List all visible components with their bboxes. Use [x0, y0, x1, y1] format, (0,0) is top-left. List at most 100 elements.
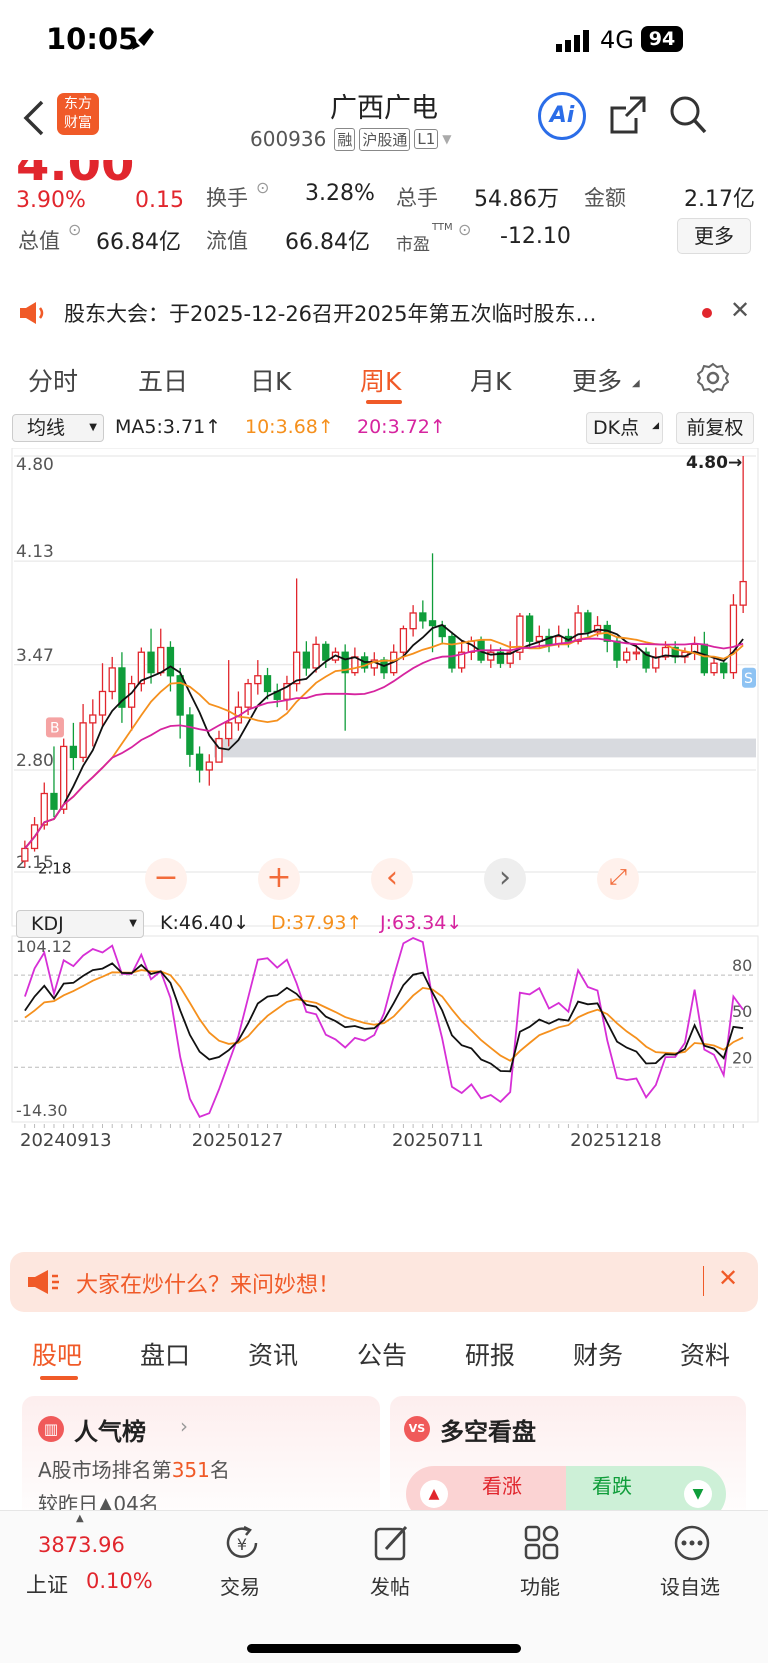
quote-panel: 4.00 3.90% 0.15 换手 ⊙ 3.28% 总手 54.86万 金额 … — [0, 160, 768, 270]
candle-body — [720, 662, 728, 674]
gear-icon[interactable] — [697, 362, 729, 394]
content-tabs: 股吧 盘口 资讯 公告 研报 财务 资料 — [0, 1322, 768, 1386]
tab-profile[interactable]: 资料 — [680, 1336, 730, 1372]
trade-icon[interactable]: ¥ — [222, 1523, 262, 1563]
bear-button[interactable]: 看跌 ▼ — [566, 1466, 726, 1510]
mktcap-value: 66.84亿 — [96, 230, 181, 255]
candle-body — [302, 651, 311, 669]
tab-finance[interactable]: 财务 — [573, 1336, 623, 1372]
caret-up-icon: ▲ — [76, 1513, 84, 1524]
candle-body — [399, 628, 408, 653]
tab-underline — [366, 400, 402, 404]
candle-body — [623, 651, 631, 661]
index-change[interactable]: 0.10% — [86, 1569, 153, 1593]
candle-body — [428, 620, 437, 627]
notice-text: 股东大会：于2025-12-26召开2025年第五次临时股东… — [64, 302, 597, 326]
ma20-label: 20:3.72↑ — [357, 416, 446, 438]
trade-label[interactable]: 交易 — [220, 1571, 260, 1600]
logo-line-2: 财富 — [64, 115, 92, 131]
kdj-level-label: 50 — [732, 1002, 752, 1021]
ask-ai-banner[interactable]: 大家在炒什么？来问妙想！ ✕ — [10, 1252, 758, 1312]
info-icon[interactable]: ⊙ — [256, 178, 269, 197]
kdj-d-label: D:37.93↑ — [271, 912, 363, 934]
bull-bear-card[interactable]: VS 多空看盘 ▲ 看涨 看跌 ▼ — [390, 1396, 746, 1510]
tab-announcements[interactable]: 公告 — [357, 1336, 407, 1372]
candle-body — [108, 667, 116, 693]
megaphone-icon — [28, 1270, 59, 1294]
index-value[interactable]: 3873.96 — [38, 1533, 125, 1557]
dk-point-button[interactable]: DK点 ◢ — [586, 412, 663, 444]
candle-body — [613, 640, 621, 661]
candle-body — [157, 646, 165, 674]
candle-body — [312, 643, 320, 669]
candle-body — [205, 761, 213, 771]
candle-body — [98, 690, 107, 716]
low-price-label: 2.18 — [38, 859, 71, 877]
info-icon[interactable]: ⊙ — [68, 220, 81, 239]
turnover-value: 3.28% — [305, 181, 375, 206]
tab-5day[interactable]: 五日 — [138, 362, 188, 398]
index-name[interactable]: 上证 — [26, 1569, 68, 1599]
status-bar: 10:05 4G 94 — [0, 0, 768, 84]
zoom-in-button[interactable]: + — [258, 858, 300, 900]
info-icon[interactable]: ⊙ — [458, 220, 471, 239]
search-icon[interactable] — [668, 94, 708, 136]
watchlist-label[interactable]: 设自选 — [660, 1571, 720, 1600]
rank-prefix: A股市场排名第 — [38, 1458, 172, 1482]
tab-more[interactable]: 更多 — [572, 362, 622, 398]
popularity-card[interactable]: ▥ 人气榜 › A股市场排名第351名 较昨日▲04名 — [22, 1396, 380, 1510]
candle-body — [322, 643, 330, 661]
post-label[interactable]: 发帖 — [370, 1571, 410, 1600]
rocket-icon — [132, 28, 154, 50]
pe-value: -12.10 — [500, 224, 571, 249]
more-button[interactable]: 更多 — [677, 218, 751, 254]
bull-button[interactable]: ▲ 看涨 — [406, 1466, 566, 1510]
dropdown-icon[interactable]: ▼ — [442, 132, 451, 146]
indicator-selector-label: KDJ — [31, 913, 64, 935]
kdj-level-label: 20 — [732, 1048, 752, 1067]
home-indicator — [247, 1644, 521, 1653]
candle-body — [729, 604, 738, 674]
tag-level: L1 — [414, 129, 439, 149]
tab-weekly[interactable]: 周K — [360, 362, 401, 398]
indicator-selector[interactable]: KDJ ▼ — [16, 910, 144, 938]
mktcap-label: 总值 — [18, 229, 60, 253]
tab-orderbook[interactable]: 盘口 — [140, 1336, 190, 1372]
scroll-left-button[interactable]: ‹ — [371, 858, 413, 900]
edit-icon[interactable] — [372, 1523, 412, 1563]
zoom-out-button[interactable]: − — [145, 858, 187, 900]
function-label[interactable]: 功能 — [520, 1571, 560, 1600]
fullscreen-icon[interactable]: ⤢ — [597, 858, 639, 900]
grid-icon[interactable] — [522, 1523, 562, 1563]
price-tick-label: 4.13 — [16, 542, 54, 562]
kdj-j-line — [24, 937, 744, 1119]
popularity-rank-row: A股市场排名第351名 — [38, 1454, 230, 1483]
scroll-right-button[interactable]: › — [484, 858, 526, 900]
close-icon[interactable]: ✕ — [718, 1264, 738, 1292]
more-circle-icon[interactable] — [672, 1523, 712, 1563]
candle-body — [254, 675, 262, 685]
bull-label: 看涨 — [482, 1474, 522, 1498]
close-icon[interactable]: ✕ — [730, 296, 750, 324]
tab-daily[interactable]: 日K — [250, 362, 291, 398]
tab-monthly[interactable]: 月K — [470, 362, 511, 398]
candle-body — [89, 714, 97, 724]
chart-icon: ▥ — [38, 1416, 64, 1442]
adjust-button[interactable]: 前复权 — [676, 412, 754, 444]
tab-intraday[interactable]: 分时 — [28, 362, 78, 398]
tab-news[interactable]: 资讯 — [248, 1336, 298, 1372]
share-icon[interactable] — [608, 94, 648, 136]
ai-button[interactable]: Ai — [538, 92, 586, 140]
tab-research[interactable]: 研报 — [465, 1336, 515, 1372]
divider — [703, 1266, 704, 1296]
tab-forum[interactable]: 股吧 — [32, 1336, 82, 1372]
last-price-label: 4.80→ — [686, 453, 742, 473]
candle-body — [195, 753, 204, 771]
ma-selector[interactable]: 均线 ▼ — [12, 414, 104, 442]
kdj-j-label: J:63.34↓ — [380, 912, 463, 934]
kdj-min-label: -14.30 — [16, 1101, 68, 1120]
date-axis-label: 20250127 — [192, 1130, 284, 1151]
back-icon[interactable] — [22, 100, 48, 136]
candle-body — [166, 646, 175, 677]
notice-bar[interactable]: 股东大会：于2025-12-26召开2025年第五次临时股东… ✕ — [0, 282, 768, 344]
